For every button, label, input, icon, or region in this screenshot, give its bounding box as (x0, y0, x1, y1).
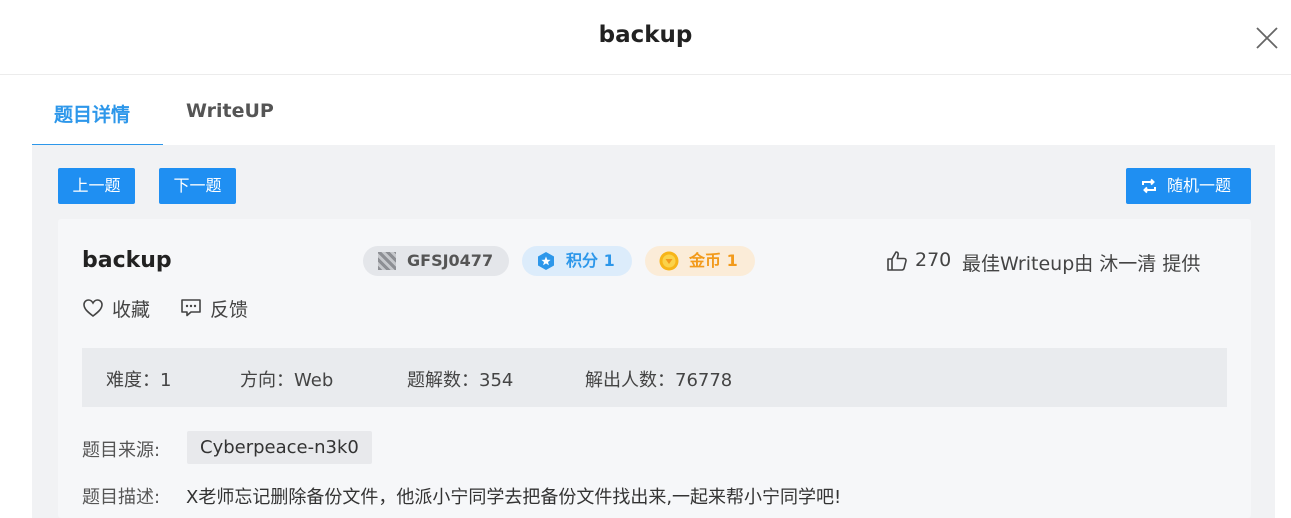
gold-badge-text: 金币 1 (689, 251, 738, 270)
score-icon (538, 252, 554, 270)
best-writeup-credit[interactable]: 最佳Writeup由 沐一清 提供 (962, 249, 1200, 276)
close-icon[interactable] (1255, 26, 1279, 50)
random-button[interactable]: 随机一题 (1126, 168, 1251, 204)
challenge-title: backup (82, 248, 172, 273)
qr-icon (378, 252, 396, 270)
heart-icon (83, 299, 103, 318)
dialog-title: backup (598, 22, 693, 48)
challenge-panel: 上一题 下一题 随机一题 backup GFSJ0477 积分 1 金币 1 2… (32, 145, 1275, 518)
next-button[interactable]: 下一题 (159, 168, 236, 204)
gold-coin-icon (659, 251, 679, 271)
stats-bar: 难度：1 方向：Web 题解数：354 解出人数：76778 (82, 348, 1227, 407)
prev-button[interactable]: 上一题 (58, 168, 135, 204)
tab-details[interactable]: 题目详情 (54, 100, 130, 127)
source-label: 题目来源: (82, 440, 161, 461)
tab-bar: 题目详情 WriteUP (32, 90, 432, 147)
stat-direction: 方向：Web (240, 370, 334, 391)
comment-icon (181, 299, 201, 317)
id-badge: GFSJ0477 (363, 246, 509, 276)
source-tag: Cyberpeace-n3k0 (187, 431, 372, 464)
score-badge-text: 积分 1 (566, 251, 615, 270)
description-text: X老师忘记删除备份文件，他派小宁同学去把备份文件找出来,一起来帮小宁同学吧! (186, 487, 842, 508)
shuffle-icon (1142, 178, 1156, 194)
dialog-header: backup (0, 0, 1291, 75)
like-count: 270 (915, 249, 952, 271)
description-label: 题目描述: (82, 487, 161, 508)
random-button-label: 随机一题 (1167, 176, 1232, 195)
stat-solvers: 解出人数：76778 (585, 370, 733, 391)
stat-difficulty: 难度：1 (106, 370, 172, 391)
id-badge-text: GFSJ0477 (407, 251, 494, 270)
challenge-card: backup GFSJ0477 积分 1 金币 1 270 最佳Writeup由… (58, 219, 1251, 518)
stat-solves: 题解数：354 (407, 370, 514, 391)
gold-badge: 金币 1 (645, 246, 755, 276)
score-badge: 积分 1 (522, 246, 632, 276)
feedback-label: 反馈 (210, 299, 249, 321)
favorite-label: 收藏 (112, 299, 151, 321)
tab-writeup[interactable]: WriteUP (186, 100, 274, 122)
thumbs-up-icon[interactable] (886, 250, 908, 272)
